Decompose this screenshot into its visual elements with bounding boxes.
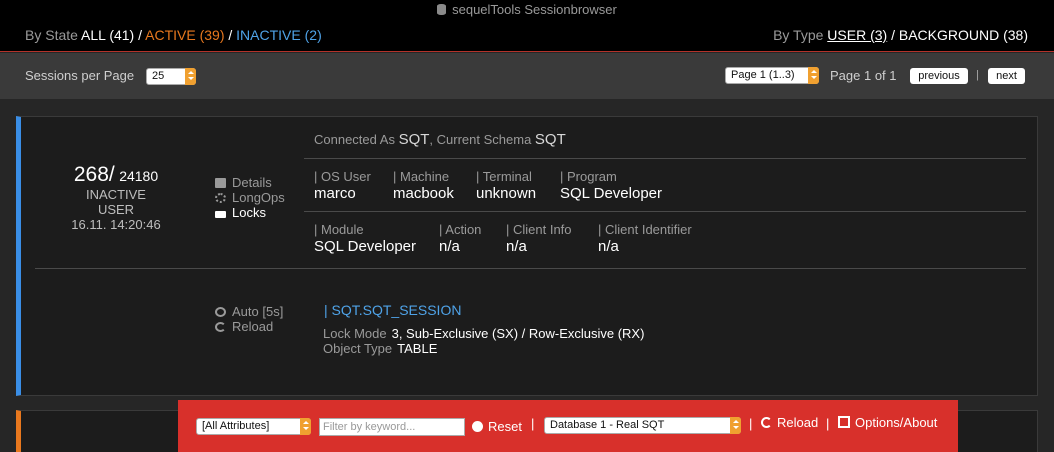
session-serial: 24180 bbox=[119, 168, 159, 184]
lock-mode-row: Lock Mode 3, Sub-Exclusive (SX) / Row-Exc… bbox=[323, 326, 645, 341]
field-machine: | Machine macbook bbox=[393, 169, 454, 202]
page-select[interactable]: Page 1 (1..3) bbox=[725, 67, 819, 84]
app-title: sequelTools Sessionbrowser bbox=[0, 2, 1054, 17]
session-card: 268/ 24180 INACTIVE USER 16.11. 14:20:46… bbox=[16, 116, 1038, 396]
state-all-link[interactable]: ALL (41) bbox=[81, 27, 134, 43]
paging-bar: Sessions per Page 25 Page 1 (1..3) Page … bbox=[0, 53, 1054, 99]
select-arrow-icon bbox=[300, 418, 311, 435]
reset-icon bbox=[472, 421, 483, 432]
database-icon bbox=[437, 4, 447, 15]
session-logon-time: 16.11. 14:20:46 bbox=[71, 217, 161, 232]
state-inactive-link[interactable]: INACTIVE (2) bbox=[236, 27, 322, 43]
state-filter: By State ALL (41) / ACTIVE (39) / INACTI… bbox=[25, 27, 322, 43]
lock-icon bbox=[215, 211, 226, 218]
state-active-link[interactable]: ACTIVE (39) bbox=[145, 27, 224, 43]
field-client-identifier: | Client Identifier n/a bbox=[598, 222, 692, 255]
type-user-link[interactable]: USER (3) bbox=[827, 27, 887, 43]
schema-value: SQT bbox=[534, 131, 566, 148]
previous-button[interactable]: previous bbox=[910, 68, 968, 84]
divider bbox=[304, 158, 1026, 159]
type-filter: By Type USER (3) / BACKGROUND (38) bbox=[773, 27, 1028, 43]
type-filter-label: By Type bbox=[773, 27, 824, 43]
connected-as-value: SQT bbox=[398, 131, 430, 148]
select-arrow-icon bbox=[185, 68, 196, 85]
field-os-user: | OS User marco bbox=[314, 169, 371, 202]
database-select[interactable]: Database 1 - Real SQT bbox=[544, 417, 741, 434]
reload-icon bbox=[215, 322, 226, 332]
divider bbox=[304, 211, 1026, 212]
menu-details[interactable]: Details bbox=[215, 175, 285, 190]
session-sid: 268/ bbox=[73, 163, 115, 186]
field-client-info: | Client Info n/a bbox=[506, 222, 572, 255]
top-bar: sequelTools Sessionbrowser By State ALL … bbox=[0, 0, 1054, 52]
select-arrow-icon bbox=[808, 67, 819, 84]
type-background-link[interactable]: BACKGROUND (38) bbox=[899, 27, 1028, 43]
lock-object-link[interactable]: | SQT.SQT_SESSION bbox=[324, 302, 461, 318]
clock-icon bbox=[215, 307, 226, 317]
auto-refresh-toggle[interactable]: Auto [5s] bbox=[215, 304, 283, 319]
field-module: | Module SQL Developer bbox=[314, 222, 416, 255]
info-icon bbox=[215, 178, 226, 188]
sessions-per-page-select[interactable]: 25 bbox=[146, 68, 196, 85]
select-arrow-icon bbox=[730, 417, 741, 434]
state-filter-label: By State bbox=[25, 27, 78, 43]
session-status: INACTIVE bbox=[86, 187, 146, 202]
menu-longops[interactable]: LongOps bbox=[215, 190, 285, 205]
exit-icon bbox=[838, 416, 850, 428]
object-type-row: Object Type TABLE bbox=[323, 341, 438, 356]
options-about-button[interactable]: Options/About bbox=[838, 415, 937, 430]
footer-reload-button[interactable]: Reload bbox=[761, 415, 818, 430]
footer-toolbar: [All Attributes] Filter by keyword... Re… bbox=[178, 400, 958, 452]
reload-icon bbox=[761, 417, 772, 428]
page-info: Page 1 of 1 bbox=[830, 68, 897, 83]
next-button[interactable]: next bbox=[988, 68, 1025, 84]
gear-icon bbox=[215, 193, 226, 203]
refresh-menu: Auto [5s] Reload bbox=[215, 304, 283, 334]
field-terminal: | Terminal unknown bbox=[476, 169, 537, 202]
sessions-per-page-label: Sessions per Page bbox=[25, 68, 135, 83]
reload-link[interactable]: Reload bbox=[215, 319, 283, 334]
search-input[interactable]: Filter by keyword... bbox=[319, 418, 465, 436]
session-id-block: 268/ 24180 INACTIVE USER 16.11. 14:20:46 bbox=[51, 163, 181, 232]
attributes-select[interactable]: [All Attributes] bbox=[196, 418, 311, 435]
connection-info: Connected As SQT, Current Schema SQT bbox=[314, 131, 566, 148]
session-menu: Details LongOps Locks bbox=[215, 175, 285, 220]
divider bbox=[35, 268, 1026, 269]
session-type: USER bbox=[97, 202, 135, 217]
reset-button[interactable]: Reset bbox=[472, 419, 522, 434]
field-program: | Program SQL Developer bbox=[560, 169, 662, 202]
menu-locks[interactable]: Locks bbox=[215, 205, 285, 220]
field-action: | Action n/a bbox=[439, 222, 482, 255]
